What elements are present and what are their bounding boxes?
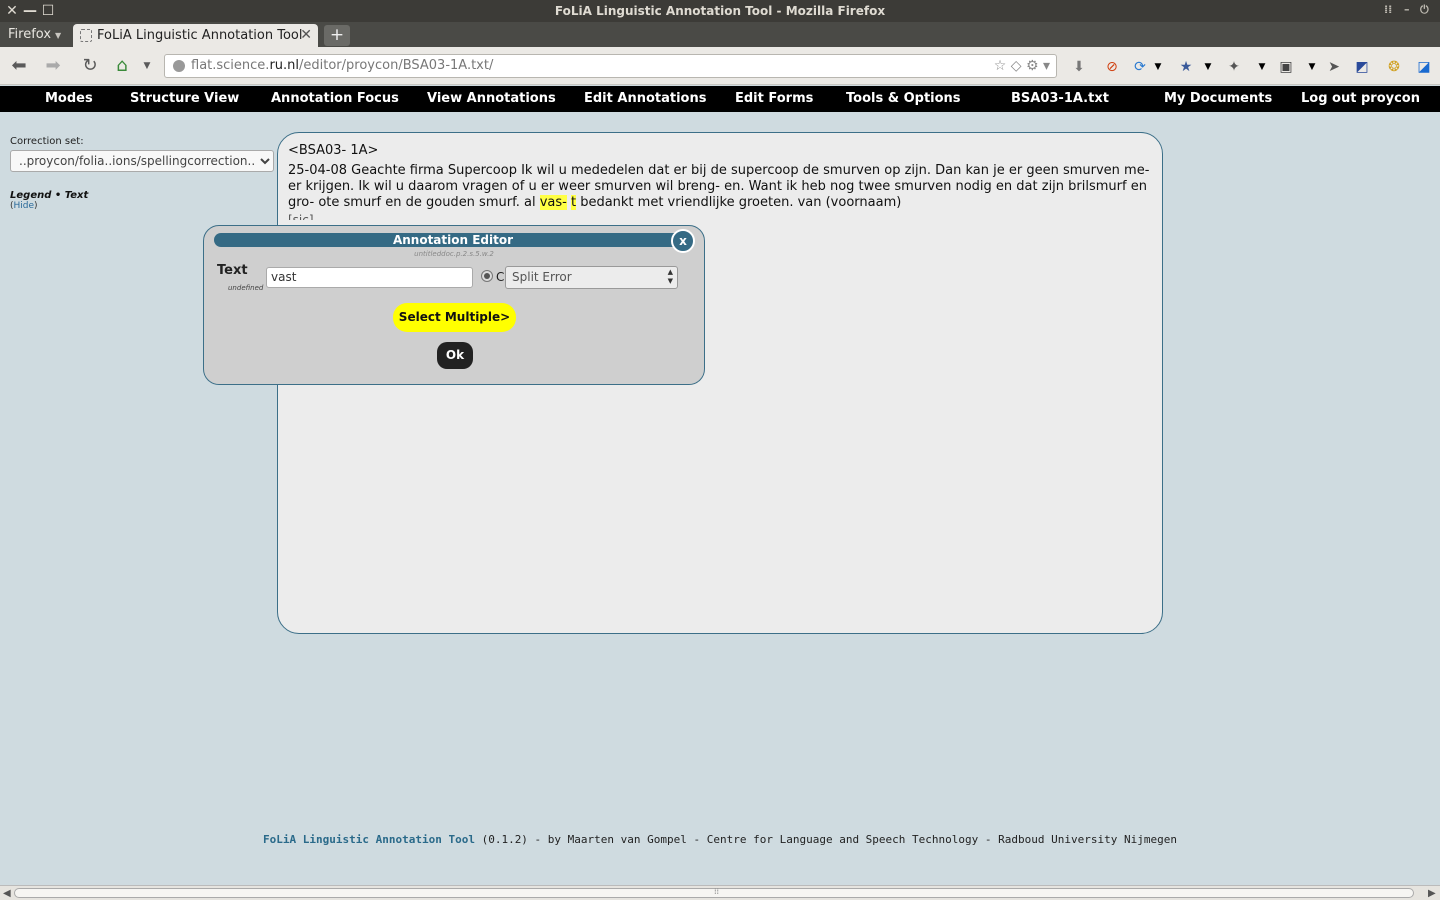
- menu-edit-annotations[interactable]: Edit Annotations: [584, 86, 706, 112]
- menu-document-name[interactable]: BSA03-1A.txt: [1011, 86, 1109, 112]
- footer-tool-link[interactable]: FoLiA Linguistic Annotation Tool: [263, 833, 475, 846]
- tab-strip: Firefox ▼ FoLiA Linguistic Annotation Too…: [0, 22, 1440, 47]
- grip-icon: ⁞⁞: [714, 887, 720, 896]
- footer-credits: (0.1.2) - by Maarten van Gompel - Centre…: [474, 833, 1177, 846]
- extension-icon[interactable]: ✦: [1224, 57, 1244, 77]
- annotation-editor-title[interactable]: Annotation Editor: [214, 233, 692, 247]
- hide-legend-link[interactable]: Hide: [14, 201, 35, 211]
- site-identity-icon: [173, 60, 185, 72]
- paragraph-text-end[interactable]: bedankt met vriendlijke groeten. van (vo…: [576, 195, 901, 210]
- menu-structure-view[interactable]: Structure View: [130, 86, 239, 112]
- chevron-down-icon: ▼: [55, 31, 62, 40]
- scroll-left-icon[interactable]: ◀: [3, 888, 11, 899]
- pocket-dropdown-icon[interactable]: ▼: [1302, 57, 1322, 77]
- hide-paren-close: ): [34, 201, 38, 211]
- scroll-right-icon[interactable]: ▶: [1428, 888, 1436, 899]
- correction-class-select[interactable]: Split Error ▲ ▼: [505, 266, 678, 289]
- document-heading[interactable]: <BSA03- 1A>: [288, 143, 1152, 158]
- pocket-icon[interactable]: ◇: [1011, 58, 1022, 74]
- legend-hide: (Hide): [10, 201, 275, 211]
- sync-icon[interactable]: ⟳: [1130, 57, 1150, 77]
- horizontal-scrollbar[interactable]: ◀ ⁞⁞ ▶: [0, 885, 1440, 900]
- extension-dropdown-icon[interactable]: ▼: [1252, 57, 1272, 77]
- document-paragraph: 25-04-08 Geachte firma Supercoop Ik wil …: [288, 163, 1152, 211]
- menu-logout[interactable]: Log out proycon: [1301, 86, 1420, 112]
- download-icon[interactable]: ⬇: [1069, 57, 1089, 77]
- menu-icon[interactable]: ◪: [1414, 57, 1434, 77]
- menu-annotation-focus[interactable]: Annotation Focus: [271, 86, 399, 112]
- window-title: FoLiA Linguistic Annotation Tool - Mozil…: [554, 4, 886, 18]
- minimize-icon[interactable]: –: [1404, 3, 1410, 16]
- sync-dropdown-icon[interactable]: ▼: [1148, 57, 1168, 77]
- select-multiple-button[interactable]: Select Multiple>: [393, 303, 516, 332]
- correction-class-value: Split Error: [512, 270, 572, 284]
- adblock-icon[interactable]: ⊘: [1102, 57, 1122, 77]
- screens-icon[interactable]: ◩: [1352, 57, 1372, 77]
- annotation-target-id: untitleddoc.p.2.s.5.w.2: [414, 250, 494, 258]
- new-tab-button[interactable]: +: [324, 25, 350, 46]
- select-spinner-icon: ▲ ▼: [667, 268, 673, 285]
- home-dropdown-icon[interactable]: ▼: [140, 54, 154, 78]
- back-icon[interactable]: ⬅: [6, 54, 32, 78]
- page-icon: [80, 29, 92, 42]
- correction-radio-label: C: [496, 270, 505, 284]
- url-dropdown-icon[interactable]: ▾: [1043, 58, 1050, 74]
- annotation-editor-dialog: Annotation Editor x untitleddoc.p.2.s.5.…: [203, 225, 705, 385]
- menu-tools-options[interactable]: Tools & Options: [846, 86, 961, 112]
- scrollbar-thumb[interactable]: ⁞⁞: [14, 887, 1414, 898]
- navigation-bar: ⬅ ➡ ↻ ⌂ ▼ flat.science.ru.nl/editor/proy…: [0, 47, 1440, 85]
- menu-modes[interactable]: Modes: [45, 86, 93, 112]
- selected-word[interactable]: vas-: [539, 195, 567, 210]
- home-icon[interactable]: ⌂: [110, 54, 134, 78]
- forward-icon[interactable]: ➡: [40, 54, 66, 78]
- addon-icon[interactable]: ⚙: [1026, 58, 1039, 74]
- footer: FoLiA Linguistic Annotation Tool (0.1.2)…: [0, 833, 1440, 846]
- menu-my-documents[interactable]: My Documents: [1164, 86, 1272, 112]
- send-icon[interactable]: ➤: [1324, 57, 1344, 77]
- correction-radio[interactable]: [481, 270, 493, 282]
- medal-icon[interactable]: ❂: [1384, 57, 1404, 77]
- firefox-menu-button[interactable]: Firefox ▼: [0, 22, 70, 47]
- legend-title: Legend • Text: [10, 190, 89, 201]
- url-actions: ☆ ◇ ⚙ ▾: [994, 55, 1050, 77]
- tab-close-icon[interactable]: ✕: [300, 24, 312, 47]
- ok-button[interactable]: Ok: [437, 342, 473, 369]
- url-path: /editor/proycon/BSA03-1A.txt/: [299, 58, 494, 73]
- text-field-label: Text: [217, 263, 248, 278]
- grip-icon: ⁞⁞: [1384, 3, 1393, 16]
- url-host: flat.science.: [191, 58, 270, 73]
- reload-icon[interactable]: ↻: [78, 54, 102, 78]
- bookmarks-dropdown-icon[interactable]: ▼: [1198, 57, 1218, 77]
- url-domain: ru.nl: [269, 58, 300, 73]
- window-titlebar: ✕ — ☐ FoLiA Linguistic Annotation Tool -…: [0, 0, 1440, 22]
- sidebar: Correction set: ..proycon/folia..ions/sp…: [10, 136, 275, 211]
- power-icon[interactable]: ⏻: [1420, 3, 1429, 17]
- menu-edit-forms[interactable]: Edit Forms: [735, 86, 813, 112]
- text-field-sublabel: undefined: [228, 284, 264, 292]
- firefox-menu-label: Firefox: [8, 27, 52, 42]
- menu-view-annotations[interactable]: View Annotations: [427, 86, 556, 112]
- text-value-input[interactable]: vast: [266, 267, 473, 288]
- correction-set-select[interactable]: ..proycon/folia..ions/spellingcorrection…: [10, 150, 274, 172]
- tab-title: FoLiA Linguistic Annotation Tool: [97, 28, 303, 43]
- url-bar[interactable]: flat.science.ru.nl/editor/proycon/BSA03-…: [164, 54, 1057, 78]
- bookmark-star-icon[interactable]: ☆: [994, 58, 1007, 74]
- bookmarks-icon[interactable]: ★: [1176, 57, 1196, 77]
- browser-tab[interactable]: FoLiA Linguistic Annotation Tool ✕: [73, 24, 318, 47]
- pocket-save-icon[interactable]: ▣: [1276, 57, 1296, 77]
- correction-set-label: Correction set:: [10, 136, 84, 147]
- document-tail: [sic]: [288, 213, 314, 220]
- app-menubar: Modes Structure View Annotation Focus Vi…: [0, 86, 1440, 112]
